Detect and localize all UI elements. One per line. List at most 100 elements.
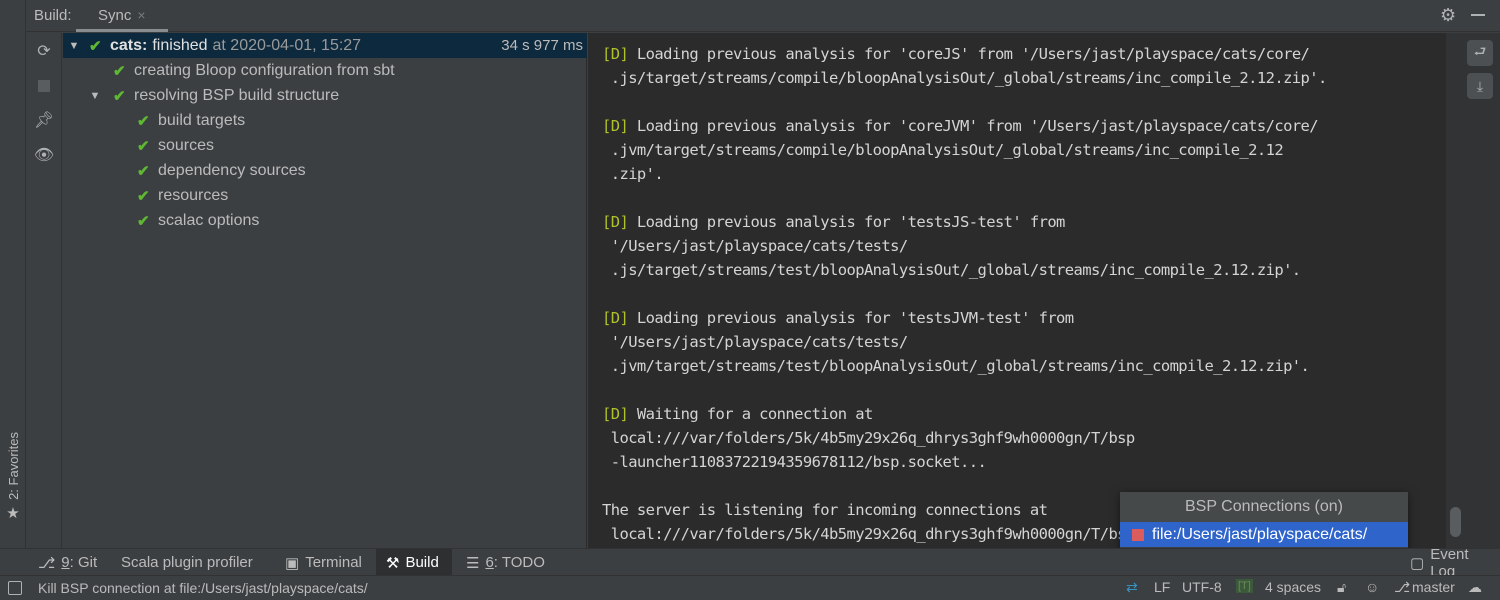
soft-wrap-icon[interactable]: ⮐ [1467,40,1493,66]
refresh-icon[interactable]: ⟳ [34,41,54,61]
popup-item-connection[interactable]: file:/Users/jast/playspace/cats/ [1120,522,1408,547]
check-icon: ✔ [137,137,150,155]
expand-arrow-icon[interactable]: ▼ [67,40,81,52]
indent-badge: [T] [1236,579,1253,593]
tool-window-label: Build [405,554,439,571]
branch-icon: ⎇ [1394,579,1411,595]
check-icon: ✔ [137,187,150,205]
status-message: Kill BSP connection at file:/Users/jast/… [38,580,368,596]
hammer-icon: ⚒ [386,554,400,572]
popup-title: BSP Connections (on) [1120,492,1408,522]
lock-icon[interactable]: 🔓︎ [1337,579,1346,596]
tree-item-label: build targets [158,111,246,129]
build-tree: ▼ ✔ cats: finished at 2020-04-01, 15:27 … [63,33,587,548]
check-icon: ✔ [89,37,102,55]
help-settings-icon[interactable]: ☁ [1468,579,1482,596]
tool-window-number: 9 [61,554,70,571]
tool-window-build[interactable]: ⚒ Build [376,549,452,576]
console-block: [D] Loading previous analysis for 'tests… [602,213,1301,279]
scroll-to-end-icon[interactable]: ⤓ [1467,73,1493,99]
check-icon: ✔ [113,87,126,105]
build-panel-header: Build: Sync × ⚙ [26,0,1500,32]
debug-tag: [D] [602,45,629,63]
tool-window-terminal[interactable]: ▣ Terminal [275,549,372,576]
indent-setting[interactable]: 4 spaces [1265,579,1321,595]
root-status: finished [152,36,208,54]
status-bar: Kill BSP connection at file:/Users/jast/… [0,575,1500,600]
tree-item-label: sources [158,136,215,154]
debug-tag: [D] [602,405,629,423]
tool-window-label: : TODO [493,554,545,571]
tool-window-scala-profiler[interactable]: Scala plugin profiler [111,549,263,576]
console-output[interactable]: [D] Loading previous analysis for 'coreJ… [588,33,1446,548]
root-name: cats: [110,36,148,54]
terminal-icon: ▣ [285,554,300,572]
popup-item-label: file:/Users/jast/playspace/cats/ [1152,525,1368,543]
tool-window-label: : Git [69,554,98,571]
tool-window-label: Terminal [305,554,362,571]
check-icon: ✔ [137,212,150,230]
tree-item-label: resources [158,186,229,204]
ide-window: 2: Favorites ★ Build: Sync × ⚙ ⟳ 📌︎ 👁︎ ▼… [0,0,1500,600]
minimize-icon[interactable] [1471,14,1485,16]
debug-tag: [D] [602,117,629,135]
console-block: [D] Waiting for a connection at local://… [602,405,1135,471]
tool-window-event-log[interactable]: ▢ Event Log [1400,546,1500,580]
check-icon: ✔ [137,162,150,180]
tool-window-bar: ⎇ 9: Git Scala plugin profiler ▣ Termina… [0,546,1500,580]
tool-window-label: Scala plugin profiler [121,554,253,571]
check-icon: ✔ [113,62,126,80]
git-branch[interactable]: master [1412,579,1455,595]
tree-item[interactable]: ✔ build targets [63,108,587,133]
tree-item[interactable]: ✔ sources [63,133,587,158]
tree-item-label: scalac options [158,211,260,229]
pin-icon[interactable]: 📌︎ [34,110,54,130]
check-icon: ✔ [137,112,150,130]
bsp-connection-icon[interactable]: ⇄ [1126,579,1138,596]
console-text: [D] Loading previous analysis for 'coreJ… [588,33,1446,546]
inspector-icon[interactable]: ☺ [1365,579,1379,595]
expand-arrow-icon[interactable]: ▼ [88,90,102,102]
console-scrollbar[interactable] [1450,507,1461,537]
root-time: at 2020-04-01, 15:27 [212,36,362,54]
tree-item[interactable]: ✔ dependency sources [63,158,587,183]
tab-sync-label: Sync [98,7,132,24]
eye-icon[interactable]: 👁︎ [34,145,54,165]
tree-item-label: creating Bloop configuration from sbt [134,61,395,79]
tree-item[interactable]: ✔ scalac options [63,208,587,233]
tree-item[interactable]: ✔ resources [63,183,587,208]
tool-window-todo[interactable]: ☰ 6: TODO [456,549,555,576]
panel-title: Build: [34,7,72,24]
tool-window-number: 6 [485,554,494,571]
tree-item[interactable]: ✔ creating Bloop configuration from sbt [63,58,587,83]
tree-root-row[interactable]: ▼ ✔ cats: finished at 2020-04-01, 15:27 … [63,33,587,58]
left-tool-strip: 2: Favorites ★ [0,0,26,548]
build-toolbar: ⟳ 📌︎ 👁︎ [26,33,62,548]
tree-item-label: resolving BSP build structure [134,86,340,104]
tab-sync[interactable]: Sync × [76,0,168,32]
console-block: [D] Loading previous analysis for 'tests… [602,309,1310,375]
favorites-label: 2: Favorites [5,432,21,500]
debug-tag: [D] [602,213,629,231]
stop-icon[interactable] [34,76,54,96]
list-icon: ☰ [466,554,480,572]
star-icon: ★ [6,504,20,522]
console-block: [D] Loading previous analysis for 'coreJ… [602,117,1319,183]
tree-item[interactable]: ▼ ✔ resolving BSP build structure [63,83,587,108]
console-block: The server is listening for incoming con… [602,501,1135,543]
line-separator[interactable]: LF [1154,579,1170,595]
git-icon: ⎇ [38,554,56,572]
close-icon[interactable]: × [137,7,145,29]
tool-windows-toggle-icon[interactable] [8,581,22,595]
console-block: [D] Loading previous analysis for 'coreJ… [602,45,1327,87]
encoding[interactable]: UTF-8 [1182,579,1222,595]
gear-icon[interactable]: ⚙ [1440,5,1456,26]
console-side-toolbar: ⮐ ⤓ [1446,33,1500,548]
stop-square-icon [1132,528,1144,541]
debug-tag: [D] [602,309,629,327]
favorites-tab[interactable]: 2: Favorites ★ [2,432,24,540]
tree-item-label: dependency sources [158,161,306,179]
tool-window-git[interactable]: ⎇ 9: Git [28,549,107,576]
event-log-icon: ▢ [1410,554,1425,572]
root-duration: 34 s 977 ms [501,37,583,54]
